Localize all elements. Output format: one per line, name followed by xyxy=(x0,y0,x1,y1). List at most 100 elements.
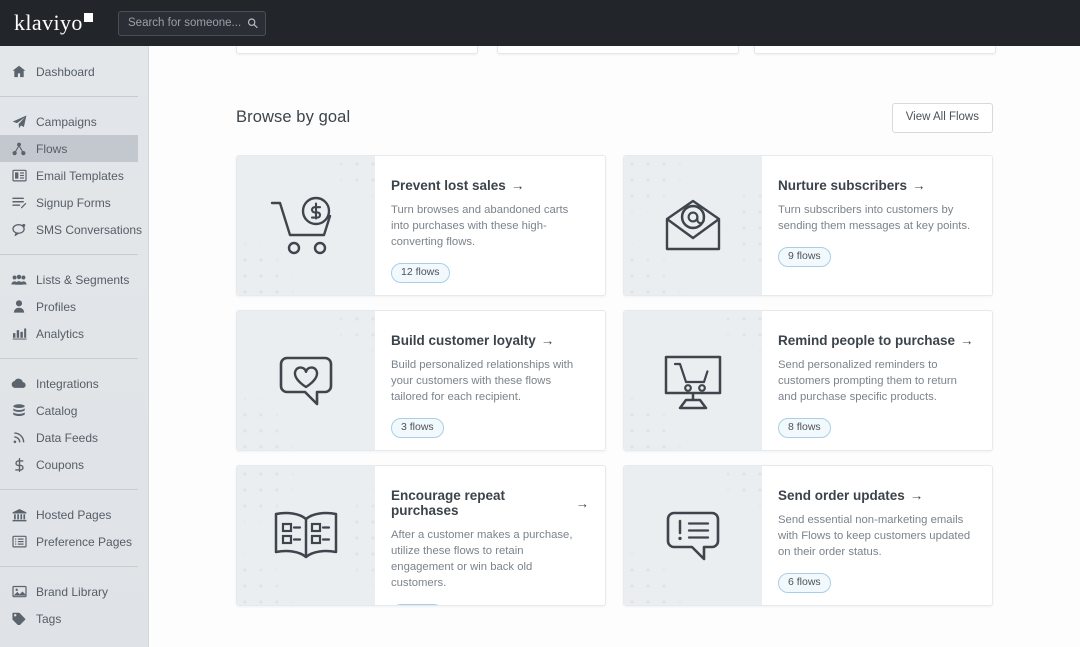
klaviyo-logo[interactable]: klaviyo xyxy=(0,12,110,34)
sidebar-label: Data Feeds xyxy=(36,430,99,445)
card-body: Build customer loyalty → Build personali… xyxy=(375,311,605,450)
sidebar-item-email-templates[interactable]: Email Templates xyxy=(0,162,148,189)
sidebar-label: Flows xyxy=(36,141,68,156)
sidebar-divider xyxy=(0,489,138,490)
sidebar-item-dashboard[interactable]: Dashboard xyxy=(0,58,148,85)
bank-icon xyxy=(10,507,28,522)
sidebar-item-lists-segments[interactable]: Lists & Segments xyxy=(0,266,148,293)
sidebar-item-preference-pages[interactable]: Preference Pages xyxy=(0,528,148,555)
sidebar-label: Campaigns xyxy=(36,114,97,129)
flows-count-badge: 6 flows xyxy=(778,573,831,593)
sidebar-item-brand-library[interactable]: Brand Library xyxy=(0,578,148,605)
sidebar-label: Coupons xyxy=(36,457,85,472)
goal-card-encourage-repeat-purchases[interactable]: Encourage repeat purchases → After a cus… xyxy=(236,465,606,606)
sidebar-divider xyxy=(0,96,138,97)
monitor-cart-icon xyxy=(664,355,722,409)
tag-icon xyxy=(10,611,28,626)
home-icon xyxy=(10,64,28,79)
search-icon xyxy=(247,18,258,29)
sidebar-label: Email Templates xyxy=(36,168,124,183)
goal-card-prevent-lost-sales[interactable]: Prevent lost sales → Turn browses and ab… xyxy=(236,155,606,296)
paper-plane-icon xyxy=(10,114,28,129)
arrow-right-icon: → xyxy=(575,495,590,511)
global-search[interactable] xyxy=(118,10,266,36)
list-form-icon xyxy=(10,195,28,210)
sidebar-label: Catalog xyxy=(36,403,78,418)
card-title-row: Build customer loyalty → xyxy=(391,333,589,348)
sidebar-label: SMS Conversations xyxy=(36,222,143,237)
logo-text: klaviyo xyxy=(14,10,83,35)
flows-count-badge: 3 flows xyxy=(391,418,444,438)
arrow-right-icon: → xyxy=(960,333,974,348)
sidebar-item-campaigns[interactable]: Campaigns xyxy=(0,108,148,135)
partial-card-top-2 xyxy=(497,46,739,54)
arrow-right-icon: → xyxy=(510,178,525,193)
arrow-right-icon: → xyxy=(909,488,924,503)
goal-card-remind-people-to-purchase[interactable]: Remind people to purchase → Send persona… xyxy=(623,310,993,451)
bar-chart-icon xyxy=(10,326,28,341)
sidebar-item-integrations[interactable]: Integrations xyxy=(0,370,148,397)
card-title: Send order updates xyxy=(778,488,905,503)
card-title-row: Send order updates → xyxy=(778,488,976,503)
card-title-row: Nurture subscribers → xyxy=(778,178,976,193)
card-description: Turn subscribers into customers by sendi… xyxy=(778,204,971,232)
card-body: Nurture subscribers → Turn subscribers i… xyxy=(762,156,992,295)
rss-icon xyxy=(10,430,28,445)
main-content: Browse by goal View All Flows Prevent lo… xyxy=(149,46,1080,647)
sidebar-label: Dashboard xyxy=(36,64,95,79)
arrow-right-icon: → xyxy=(912,178,926,193)
card-title-row: Encourage repeat purchases → xyxy=(391,488,589,518)
card-body: Send order updates → Send essential non-… xyxy=(762,466,992,605)
view-all-flows-button[interactable]: View All Flows xyxy=(891,103,993,133)
card-title: Nurture subscribers xyxy=(778,178,908,193)
sidebar-item-catalog[interactable]: Catalog xyxy=(0,397,148,424)
sidebar-item-profiles[interactable]: Profiles xyxy=(0,293,148,320)
sidebar-item-tags[interactable]: Tags xyxy=(0,605,148,632)
sidebar-label: Profiles xyxy=(36,299,77,314)
sidebar-label: Analytics xyxy=(36,326,85,341)
sidebar-divider xyxy=(0,566,138,567)
sidebar-item-coupons[interactable]: Coupons xyxy=(0,451,148,478)
sidebar-label: Brand Library xyxy=(36,584,109,599)
flows-count-badge: 9 flows xyxy=(778,247,831,267)
sidebar-item-data-feeds[interactable]: Data Feeds xyxy=(0,424,148,451)
card-description: Send personalized reminders to customers… xyxy=(778,359,957,403)
sidebar-label: Signup Forms xyxy=(36,195,111,210)
template-icon xyxy=(10,168,28,183)
sidebar-item-hosted-pages[interactable]: Hosted Pages xyxy=(0,501,148,528)
sidebar-divider xyxy=(0,254,138,255)
partial-card-top-3 xyxy=(754,46,996,54)
sidebar-label: Lists & Segments xyxy=(36,272,130,287)
sidebar-item-flows[interactable]: Flows xyxy=(0,135,138,162)
sidebar-item-sms-conversations[interactable]: SMS Conversations xyxy=(0,216,148,243)
card-description: After a customer makes a purchase, utili… xyxy=(391,529,573,589)
sidebar-label: Hosted Pages xyxy=(36,507,112,522)
shopping-cart-dollar-icon xyxy=(270,196,332,254)
card-description: Build personalized relationships with yo… xyxy=(391,359,574,403)
image-icon xyxy=(10,584,28,599)
dollar-sign-icon xyxy=(10,457,28,472)
search-input[interactable] xyxy=(119,11,265,35)
sidebar-label: Integrations xyxy=(36,376,99,391)
card-artwork xyxy=(237,156,375,295)
goal-card-build-customer-loyalty[interactable]: Build customer loyalty → Build personali… xyxy=(236,310,606,451)
arrow-right-icon: → xyxy=(540,333,555,348)
speech-bubble-heart-icon xyxy=(279,356,333,405)
goal-card-nurture-subscribers[interactable]: Nurture subscribers → Turn subscribers i… xyxy=(623,155,993,296)
flows-count-badge: 8 flows xyxy=(778,418,831,438)
sidebar-item-signup-forms[interactable]: Signup Forms xyxy=(0,189,148,216)
sidebar-item-analytics[interactable]: Analytics xyxy=(0,320,148,347)
card-description: Turn browses and abandoned carts into pu… xyxy=(391,204,569,248)
open-book-icon xyxy=(274,511,338,558)
card-artwork xyxy=(624,466,762,605)
sidebar-label: Tags xyxy=(36,611,62,626)
cloud-icon xyxy=(10,376,28,391)
card-title: Build customer loyalty xyxy=(391,333,536,348)
speech-bubble-alert-icon xyxy=(666,511,720,560)
goal-card-send-order-updates[interactable]: Send order updates → Send essential non-… xyxy=(623,465,993,606)
card-title: Encourage repeat purchases xyxy=(391,488,506,518)
card-artwork xyxy=(237,311,375,450)
card-title-row: Remind people to purchase → xyxy=(778,333,976,348)
sidebar-navigation: Dashboard Campaigns Flows Email Template… xyxy=(0,46,149,647)
section-header: Browse by goal View All Flows xyxy=(236,103,993,133)
